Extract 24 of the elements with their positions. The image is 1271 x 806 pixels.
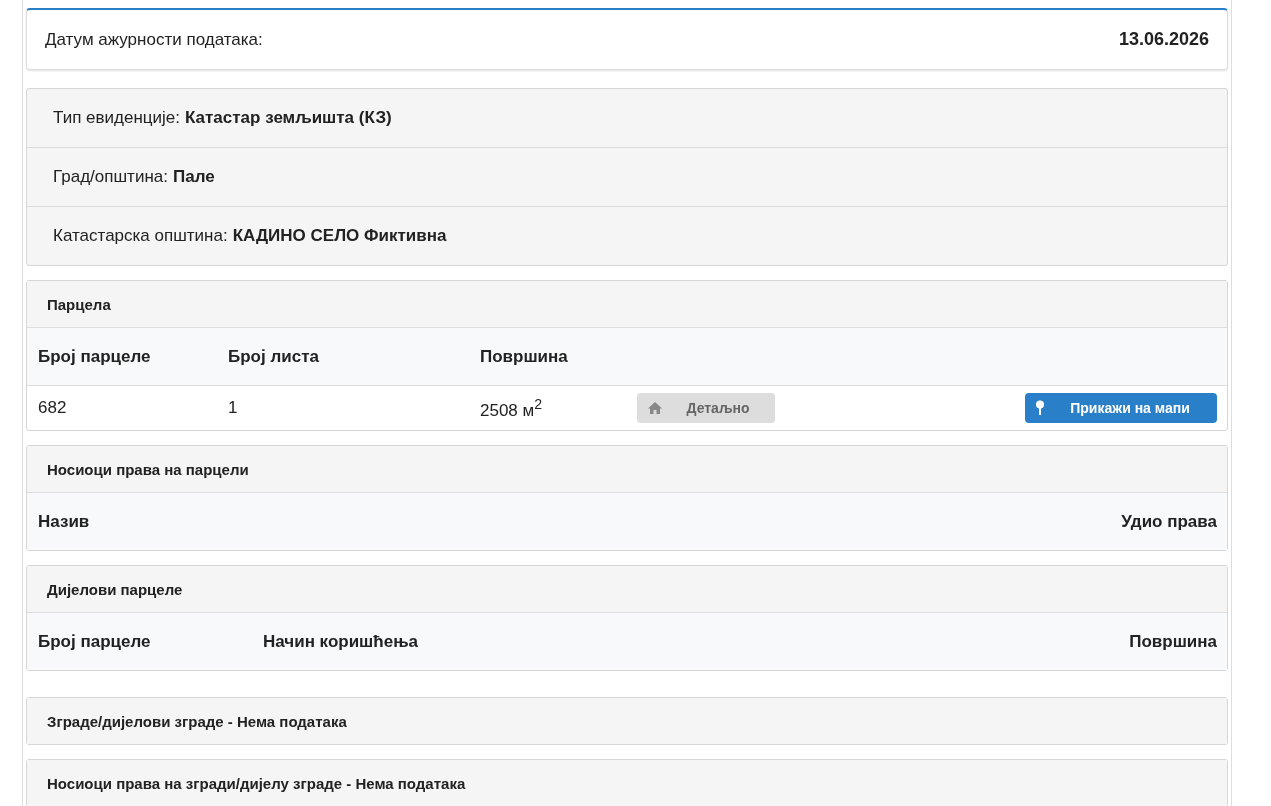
- column-header: Назив: [38, 511, 90, 532]
- column-header: Удио права: [1121, 511, 1217, 532]
- panel-title: Парцела: [47, 295, 111, 313]
- column-header: Начин коришћења: [263, 631, 419, 652]
- update-date-value: 13.06.2026: [1118, 29, 1209, 50]
- column-header: Површина: [1129, 631, 1217, 652]
- table-cell-text: 682: [38, 398, 68, 418]
- info-line: Катастарска општина: КАДИНО СЕЛО Фиктивна: [53, 226, 447, 246]
- show-on-map-button[interactable]: Прикажи на мапи: [1025, 393, 1217, 423]
- panel-title: Зграде/дијелови зграде - Нема података: [47, 712, 347, 730]
- column-header: Број парцеле: [38, 631, 152, 652]
- panel-title: Носиоци права на парцели: [47, 460, 249, 478]
- table-cell-text: 2508 м$^{2}$: [480, 395, 544, 421]
- table-cell-text: 1: [228, 398, 239, 418]
- info-line: Тип евиденције: Катастар земљишта (КЗ): [53, 108, 392, 128]
- panel-title: Носиоци права на згради/дијелу зграде - Нема података: [47, 774, 466, 792]
- column-header: Површина: [480, 346, 569, 367]
- update-date-label: Датум ажурности података:: [45, 29, 263, 50]
- column-header: Број парцеле: [38, 346, 152, 367]
- pin-icon: [1035, 400, 1045, 416]
- column-header: Број листа: [228, 346, 320, 367]
- home-icon: [647, 401, 663, 415]
- info-line: Град/општина: Пале: [53, 167, 215, 187]
- panel-title: Дијелови парцеле: [47, 580, 183, 598]
